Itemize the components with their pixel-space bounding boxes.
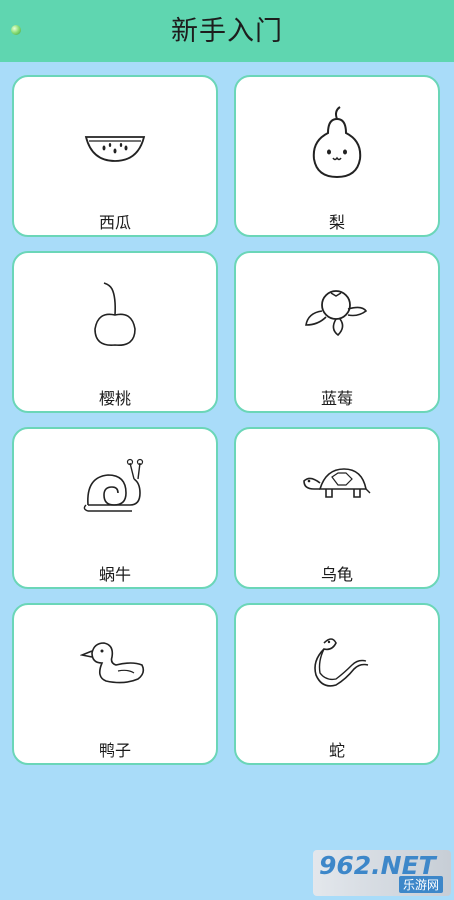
card-snail[interactable]: 蜗牛: [12, 427, 218, 589]
watermark-logo: 962.NET 乐游网: [313, 850, 451, 896]
card-watermelon[interactable]: 西瓜: [12, 75, 218, 237]
cherry-icon: [94, 282, 136, 346]
card-label: 蛇: [328, 741, 345, 760]
card-duck[interactable]: 鸭子: [12, 603, 218, 765]
card-label: 梨: [328, 213, 345, 232]
snail-icon: [83, 458, 144, 512]
card-blueberry[interactable]: 蓝莓: [234, 251, 440, 413]
card-label: 蜗牛: [98, 565, 131, 584]
watermark-sub: 乐游网: [398, 876, 443, 893]
watermelon-icon: [84, 136, 146, 162]
card-pear[interactable]: 梨: [234, 75, 440, 237]
card-label: 蓝莓: [320, 389, 353, 408]
snake-icon: [314, 638, 369, 687]
pear-icon: [312, 106, 362, 179]
card-label: 西瓜: [98, 213, 131, 232]
card-label: 乌龟: [320, 565, 353, 584]
card-turtle[interactable]: 乌龟: [234, 427, 440, 589]
card-label: 樱桃: [98, 389, 131, 408]
card-label: 鸭子: [98, 741, 131, 760]
page-title: 新手入门: [171, 16, 283, 47]
turtle-icon: [303, 468, 371, 498]
card-cherry[interactable]: 樱桃: [12, 251, 218, 413]
card-snake[interactable]: 蛇: [234, 603, 440, 765]
header-bar: 新手入门: [0, 0, 454, 62]
blueberry-icon: [305, 290, 368, 337]
duck-icon: [80, 642, 145, 684]
